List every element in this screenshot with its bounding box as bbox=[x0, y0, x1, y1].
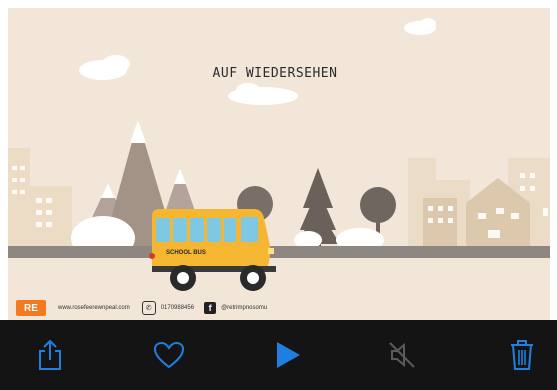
phone-text: 0170988456 bbox=[160, 305, 195, 311]
video-frame: AUF WIEDERSEHEN SCHOOL BUS RE www.rosefe… bbox=[0, 0, 557, 390]
mute-button[interactable] bbox=[385, 338, 419, 372]
brand-logo: RE bbox=[16, 300, 46, 316]
share-icon bbox=[39, 339, 61, 370]
speaker-muted-icon bbox=[389, 342, 415, 368]
clouds bbox=[79, 18, 436, 105]
bottom-toolbar bbox=[0, 320, 557, 390]
scene-illustration bbox=[8, 18, 550, 296]
delete-button[interactable] bbox=[505, 338, 539, 372]
heart-icon bbox=[153, 341, 185, 369]
favorite-button[interactable] bbox=[152, 338, 186, 372]
play-button[interactable] bbox=[271, 338, 305, 372]
phone-icon: ✆ bbox=[141, 301, 156, 315]
credits-footer: RE www.rosefeerewnpeal.com ✆ 0170988456 … bbox=[8, 296, 550, 320]
social-handle: @retrimpnosomu bbox=[221, 305, 268, 311]
share-button[interactable] bbox=[33, 338, 67, 372]
facebook-icon: f bbox=[204, 302, 217, 314]
play-icon bbox=[277, 342, 300, 368]
road bbox=[8, 246, 550, 258]
trash-icon bbox=[511, 340, 533, 370]
scene-title: AUF WIEDERSEHEN bbox=[212, 66, 338, 81]
video-scene[interactable]: AUF WIEDERSEHEN SCHOOL BUS RE www.rosefe… bbox=[8, 8, 550, 320]
bus-label: SCHOOL BUS bbox=[166, 250, 206, 256]
website-text: www.rosefeerewnpeal.com bbox=[58, 305, 130, 311]
